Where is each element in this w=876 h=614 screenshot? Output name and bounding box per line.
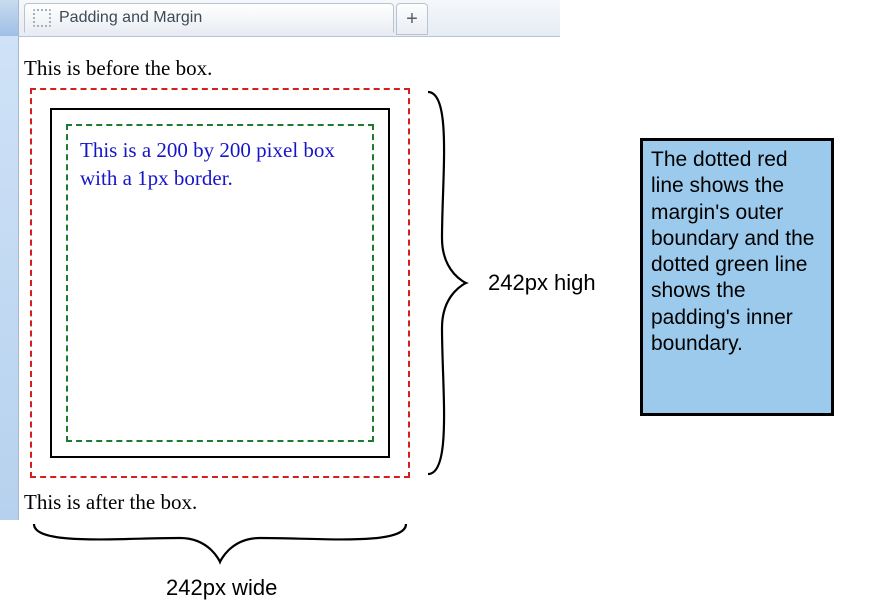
box-content-text: This is a 200 by 200 pixel box with a 1p…	[80, 138, 335, 190]
tab-title: Padding and Margin	[59, 9, 202, 27]
border-box: This is a 200 by 200 pixel box with a 1p…	[50, 108, 390, 458]
plus-icon: +	[406, 8, 418, 31]
tabbar-left-strip	[0, 0, 19, 36]
brace-vertical-icon	[418, 88, 472, 478]
after-box-text: This is after the box.	[24, 490, 197, 515]
window-left-strip	[0, 36, 19, 520]
before-box-text: This is before the box.	[24, 56, 212, 81]
browser-tabbar: Padding and Margin +	[0, 0, 560, 37]
padding-outline: This is a 200 by 200 pixel box with a 1p…	[66, 124, 374, 442]
favicon-placeholder-icon	[33, 9, 51, 27]
width-label: 242px wide	[166, 575, 277, 601]
brace-horizontal-icon	[30, 518, 410, 568]
new-tab-button[interactable]: +	[396, 3, 428, 35]
callout-box: The dotted red line shows the margin's o…	[640, 138, 834, 416]
browser-tab[interactable]: Padding and Margin	[24, 3, 394, 33]
callout-text: The dotted red line shows the margin's o…	[651, 148, 814, 355]
margin-outline: This is a 200 by 200 pixel box with a 1p…	[30, 88, 410, 478]
height-label: 242px high	[488, 270, 596, 296]
